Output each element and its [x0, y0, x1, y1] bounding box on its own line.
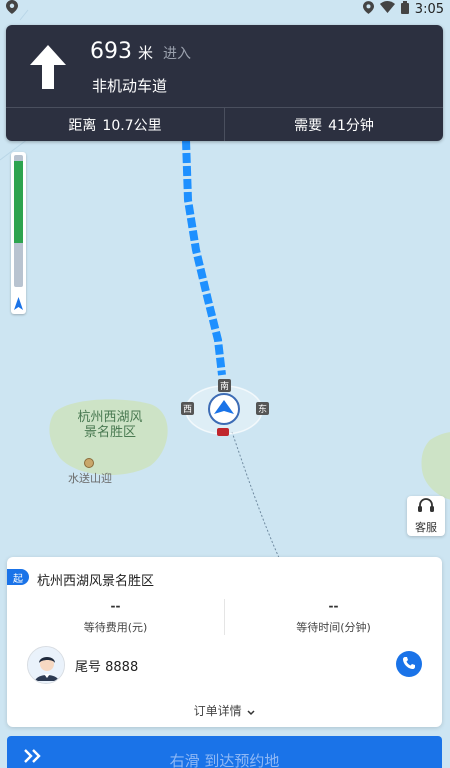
route-line [182, 139, 226, 376]
poi-sub-label: 水送山迎 [68, 472, 112, 485]
wait-time-label: 等待时间(分钟) [296, 621, 371, 634]
customer-service-label: 客服 [415, 520, 437, 534]
order-card: 起 杭州西湖风景名胜区 -- 等待费用(元) -- 等待时间(分钟) 尾号 88… [7, 557, 442, 727]
navigation-card: 693 米 进入 非机动车道 距离 10.7公里 需要 41分钟 [6, 25, 443, 141]
passenger-row: 尾号 8888 [27, 645, 422, 685]
maneuver-distance: 693 米 进入 [90, 39, 191, 64]
wifi-icon [379, 1, 395, 17]
distance-value: 693 [90, 39, 132, 64]
poi-label[interactable]: 杭州西湖风 景名胜区 [72, 410, 148, 440]
start-location: 杭州西湖风景名胜区 [37, 574, 155, 589]
compass-east-label: 东 [256, 402, 270, 415]
maneuver-action: 进入 [163, 46, 192, 62]
poi-name-line2: 景名胜区 [83, 425, 136, 440]
start-badge: 起 [7, 569, 29, 585]
avatar [27, 646, 65, 684]
trip-summary: 距离 10.7公里 需要 41分钟 [6, 107, 443, 141]
road-name: 非机动车道 [92, 77, 168, 95]
wait-fee: -- 等待费用(元) [7, 599, 224, 635]
location-icon [6, 0, 18, 18]
wait-fee-label: 等待费用(元) [83, 621, 148, 634]
battery-icon [400, 0, 409, 18]
maneuver-panel: 693 米 进入 非机动车道 [6, 25, 443, 107]
remaining-distance: 距离 10.7公里 [6, 108, 224, 141]
location-icon [362, 0, 374, 18]
remaining-time-label: 需要 [294, 117, 323, 134]
poi-name-line1: 杭州西湖风 [77, 410, 143, 425]
wait-time: -- 等待时间(分钟) [224, 599, 442, 635]
passenger-tail-number: 尾号 8888 [75, 659, 139, 675]
remaining-distance-label: 距离 [68, 117, 97, 134]
customer-service-button[interactable]: 客服 [407, 496, 445, 536]
slide-label: 右滑 到达预约地 [169, 752, 280, 768]
clock-time: 3:05 [414, 1, 444, 17]
wait-fee-value: -- [110, 599, 121, 613]
traffic-progress-bar [11, 152, 26, 314]
compass-west-label: 西 [181, 402, 195, 415]
navigation-arrow-icon [14, 296, 23, 310]
call-button[interactable] [396, 651, 422, 677]
remaining-distance-value: 10.7公里 [102, 117, 162, 134]
headset-icon [417, 497, 435, 517]
chevron-down-icon [247, 705, 255, 719]
wait-stats: -- 等待费用(元) -- 等待时间(分钟) [7, 599, 442, 635]
remaining-time: 需要 41分钟 [224, 108, 443, 141]
status-bar: 3:05 [0, 0, 450, 18]
order-details-toggle[interactable]: 订单详情 [7, 702, 442, 719]
traffic-fill [14, 161, 23, 243]
straight-arrow-icon [28, 43, 68, 91]
slide-to-arrive[interactable]: 右滑 到达预约地 [7, 736, 442, 768]
order-details-label: 订单详情 [193, 704, 242, 718]
wait-time-value: -- [328, 599, 339, 613]
phone-icon [402, 655, 416, 674]
compass-south-label: 南 [218, 379, 232, 392]
remaining-time-value: 41分钟 [328, 117, 374, 134]
scenic-icon [84, 458, 94, 468]
distance-unit: 米 [138, 44, 154, 62]
traffic-track [14, 155, 23, 287]
